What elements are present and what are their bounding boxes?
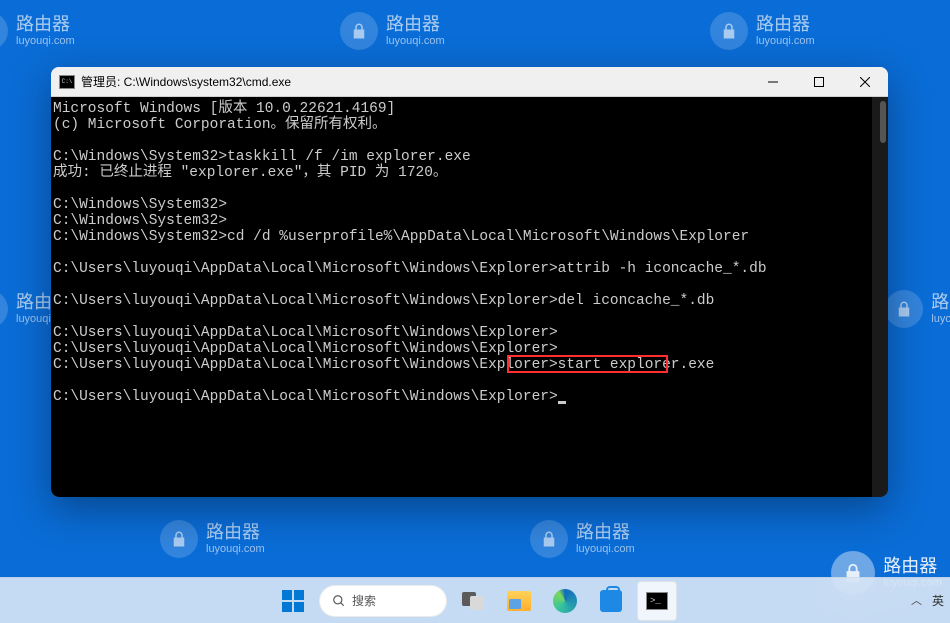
lock-icon: [710, 12, 748, 50]
terminal-line: C:\Windows\System32>cd /d %userprofile%\…: [53, 229, 886, 245]
close-button[interactable]: [842, 67, 888, 96]
maximize-button[interactable]: [796, 67, 842, 96]
terminal-line: Microsoft Windows [版本 10.0.22621.4169]: [53, 101, 886, 117]
terminal-line: C:\Windows\System32>taskkill /f /im expl…: [53, 149, 886, 165]
edge-icon: [553, 589, 577, 613]
terminal-line: [53, 245, 886, 261]
terminal-line: C:\Users\luyouqi\AppData\Local\Microsoft…: [53, 261, 886, 277]
terminal-line: (c) Microsoft Corporation。保留所有权利。: [53, 117, 886, 133]
taskview-icon: [462, 592, 484, 610]
cursor: [558, 401, 566, 404]
cmd-taskbar-button[interactable]: [637, 581, 677, 621]
edge-button[interactable]: [545, 581, 585, 621]
lock-icon: [530, 520, 568, 558]
taskbar: 搜索 ︿ 英: [0, 577, 950, 623]
lock-icon: [885, 290, 923, 328]
lock-icon: [0, 12, 8, 50]
cmd-window: 管理员: C:\Windows\system32\cmd.exe Microso…: [51, 67, 888, 497]
lock-icon: [160, 520, 198, 558]
store-icon: [600, 590, 622, 612]
terminal-line: C:\Users\luyouqi\AppData\Local\Microsoft…: [53, 389, 886, 405]
store-button[interactable]: [591, 581, 631, 621]
terminal-line: C:\Users\luyouqi\AppData\Local\Microsoft…: [53, 341, 886, 357]
scrollbar[interactable]: [872, 97, 888, 497]
terminal-line: 成功: 已终止进程 "explorer.exe"，其 PID 为 1720。: [53, 165, 886, 181]
terminal-line: [53, 373, 886, 389]
terminal-line: [53, 181, 886, 197]
lock-icon: [340, 12, 378, 50]
start-button[interactable]: [273, 581, 313, 621]
terminal-line: C:\Users\luyouqi\AppData\Local\Microsoft…: [53, 293, 886, 309]
file-explorer-button[interactable]: [499, 581, 539, 621]
titlebar[interactable]: 管理员: C:\Windows\system32\cmd.exe: [51, 67, 888, 97]
terminal-line: C:\Windows\System32>: [53, 213, 886, 229]
terminal-icon: [646, 592, 668, 610]
terminal-line: [53, 309, 886, 325]
search-button[interactable]: 搜索: [319, 585, 447, 617]
search-label: 搜索: [352, 592, 376, 609]
taskview-button[interactable]: [453, 581, 493, 621]
folder-icon: [507, 591, 531, 611]
window-title: 管理员: C:\Windows\system32\cmd.exe: [81, 73, 750, 90]
watermark-text: 路由器: [16, 15, 75, 35]
terminal-line: C:\Users\luyouqi\AppData\Local\Microsoft…: [53, 325, 886, 341]
windows-icon: [282, 590, 304, 612]
terminal-line: C:\Windows\System32>: [53, 197, 886, 213]
terminal-line: C:\Users\luyouqi\AppData\Local\Microsoft…: [53, 357, 886, 373]
search-icon: [332, 594, 346, 608]
terminal-line: [53, 277, 886, 293]
ime-indicator[interactable]: 英: [932, 592, 944, 609]
terminal-line: [53, 133, 886, 149]
scrollbar-thumb[interactable]: [880, 101, 886, 143]
tray-overflow-icon[interactable]: ︿: [911, 592, 922, 608]
system-tray[interactable]: ︿ 英: [911, 577, 944, 623]
cmd-app-icon: [59, 75, 75, 89]
minimize-button[interactable]: [750, 67, 796, 96]
terminal-output[interactable]: Microsoft Windows [版本 10.0.22621.4169](c…: [51, 97, 888, 497]
lock-icon: [0, 290, 8, 328]
